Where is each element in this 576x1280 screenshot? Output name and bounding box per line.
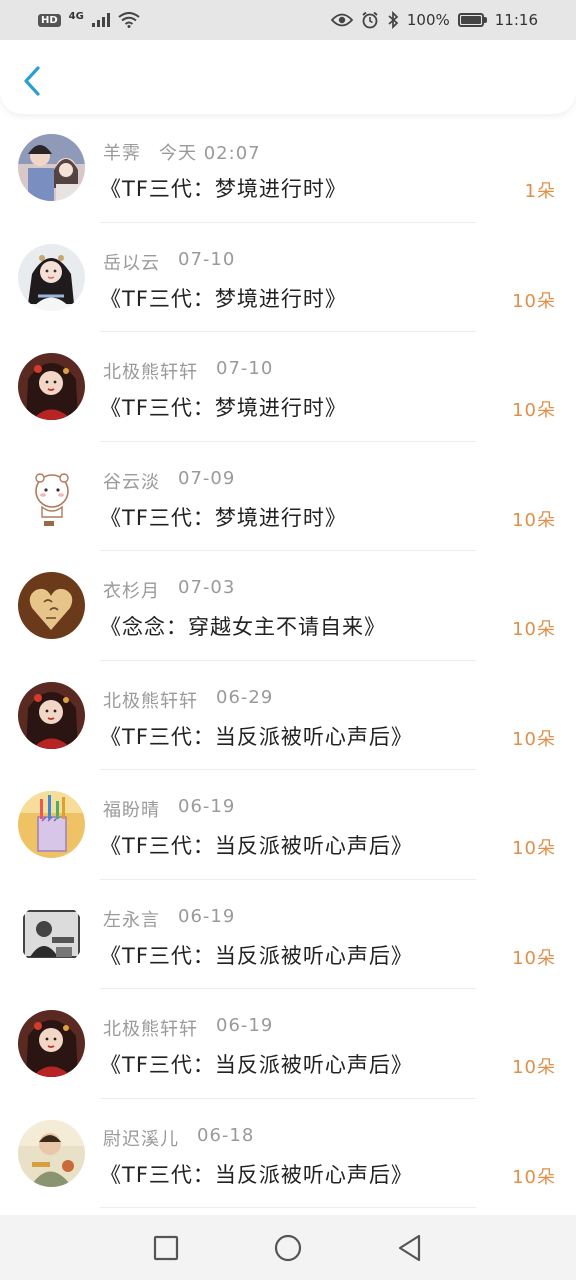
book-title: 《TF三代：梦境进行时》 (100, 396, 347, 420)
network-type: 4G (68, 10, 84, 22)
avatar (18, 1010, 85, 1077)
item-meta: 谷云淡 07-09 (103, 468, 235, 494)
flower-count: 10朵 (512, 838, 556, 859)
bluetooth-icon (388, 11, 399, 29)
username: 北极熊轩轩 (103, 362, 198, 383)
home-button[interactable] (273, 1233, 303, 1263)
flower-count: 10朵 (512, 947, 556, 969)
clock: 11:16 (494, 11, 538, 29)
username: 羊霁 (103, 143, 141, 164)
flower-count: 10朵 (512, 619, 556, 640)
list-item[interactable]: 北极熊轩轩 07-10 《TF三代：梦境进行时》 10朵 (0, 332, 576, 442)
date: 07-03 (178, 577, 236, 598)
back-button[interactable] (18, 64, 48, 98)
hd-badge: HD (38, 13, 61, 27)
book-title: 《TF三代：当反派被听心声后》 (100, 834, 413, 858)
status-right: 100% 11:16 (330, 11, 538, 29)
avatar (18, 462, 85, 530)
username: 左永言 (103, 909, 160, 931)
book-title: 《TF三代：当反派被听心声后》 (100, 1053, 413, 1077)
wifi-icon (118, 12, 140, 28)
item-meta: 北极熊轩轩 06-19 (103, 1015, 273, 1041)
date: 07-09 (178, 467, 236, 489)
eye-icon (330, 13, 353, 27)
flower-count: 10朵 (512, 290, 556, 312)
date: 06-29 (216, 686, 274, 708)
username: 北极熊轩轩 (103, 1019, 198, 1040)
book-title: 《念念：穿越女主不请自来》 (100, 615, 386, 639)
flower-count: 10朵 (512, 728, 556, 750)
date: 07-10 (178, 248, 236, 270)
flower-count: 10朵 (512, 400, 556, 421)
book-title: 《TF三代：当反派被听心声后》 (100, 724, 413, 749)
signal-icon (91, 13, 110, 27)
book-title: 《TF三代：梦境进行时》 (100, 505, 347, 530)
book-title: 《TF三代：当反派被听心声后》 (100, 1162, 413, 1187)
date: 06-19 (178, 796, 236, 817)
book-title: 《TF三代：当反派被听心声后》 (100, 943, 413, 968)
date: 今天 02:07 (159, 143, 261, 164)
flower-count: 10朵 (512, 509, 556, 531)
avatar (18, 134, 85, 201)
item-meta: 羊霁 今天 02:07 (103, 139, 261, 165)
list-item[interactable]: 谷云淡 07-09 《TF三代：梦境进行时》 10朵 (0, 442, 576, 551)
book-title: 《TF三代：梦境进行时》 (100, 177, 347, 201)
avatar (18, 681, 85, 749)
list-item[interactable]: 北极熊轩轩 06-19 《TF三代：当反派被听心声后》 10朵 (0, 989, 576, 1099)
list-item[interactable]: 福盼晴 06-19 《TF三代：当反派被听心声后》 10朵 (0, 770, 576, 880)
item-meta: 左永言 06-19 (103, 906, 235, 932)
username: 北极熊轩轩 (103, 690, 198, 712)
date: 06-19 (216, 1015, 274, 1036)
username: 尉迟溪儿 (103, 1128, 179, 1150)
system-nav-bar (0, 1215, 576, 1280)
list-item[interactable]: 北极熊轩轩 06-29 《TF三代：当反派被听心声后》 10朵 (0, 661, 576, 770)
item-meta: 衣杉月 07-03 (103, 577, 235, 603)
list-item[interactable]: 衣杉月 07-03 《念念：穿越女主不请自来》 10朵 (0, 551, 576, 661)
status-left: HD 4G (38, 10, 140, 28)
battery-percent: 100% (406, 11, 450, 29)
flower-count: 1朵 (524, 181, 556, 202)
chevron-left-icon (24, 66, 40, 96)
square-icon (153, 1235, 179, 1260)
avatar (18, 353, 85, 420)
recents-button[interactable] (151, 1233, 181, 1263)
username: 谷云淡 (103, 471, 160, 493)
item-meta: 福盼晴 06-19 (103, 796, 235, 822)
item-meta: 北极熊轩轩 06-29 (103, 687, 273, 713)
username: 福盼晴 (103, 800, 160, 821)
date: 06-19 (178, 905, 236, 927)
avatar (18, 791, 85, 858)
status-bar: HD 4G 100% 11:16 (0, 0, 576, 40)
avatar (18, 900, 85, 968)
date: 07-10 (216, 358, 274, 379)
divider (100, 1207, 476, 1208)
battery-icon (457, 13, 487, 27)
triangle-back-icon (398, 1234, 421, 1261)
back-nav-button[interactable] (395, 1233, 425, 1263)
username: 衣杉月 (103, 581, 160, 602)
circle-icon (274, 1234, 302, 1261)
avatar (18, 243, 85, 311)
list-item[interactable]: 羊霁 今天 02:07 《TF三代：梦境进行时》 1朵 (0, 113, 576, 223)
list-item[interactable]: 岳以云 07-10 《TF三代：梦境进行时》 10朵 (0, 223, 576, 332)
book-title: 《TF三代：梦境进行时》 (100, 286, 347, 311)
avatar (18, 1119, 85, 1187)
item-meta: 岳以云 07-10 (103, 249, 235, 275)
list-item[interactable]: 左永言 06-19 《TF三代：当反派被听心声后》 10朵 (0, 880, 576, 989)
flower-count: 10朵 (512, 1166, 556, 1188)
header (0, 40, 576, 114)
item-meta: 尉迟溪儿 06-18 (103, 1125, 254, 1151)
list-item[interactable]: 尉迟溪儿 06-18 《TF三代：当反派被听心声后》 10朵 (0, 1099, 576, 1208)
username: 岳以云 (103, 252, 160, 274)
alarm-icon (362, 11, 378, 29)
gift-record-list: 羊霁 今天 02:07 《TF三代：梦境进行时》 1朵 岳以云 07-10 《T… (0, 113, 576, 1208)
item-meta: 北极熊轩轩 07-10 (103, 358, 273, 384)
avatar (18, 572, 85, 639)
flower-count: 10朵 (512, 1057, 556, 1078)
date: 06-18 (197, 1124, 255, 1146)
